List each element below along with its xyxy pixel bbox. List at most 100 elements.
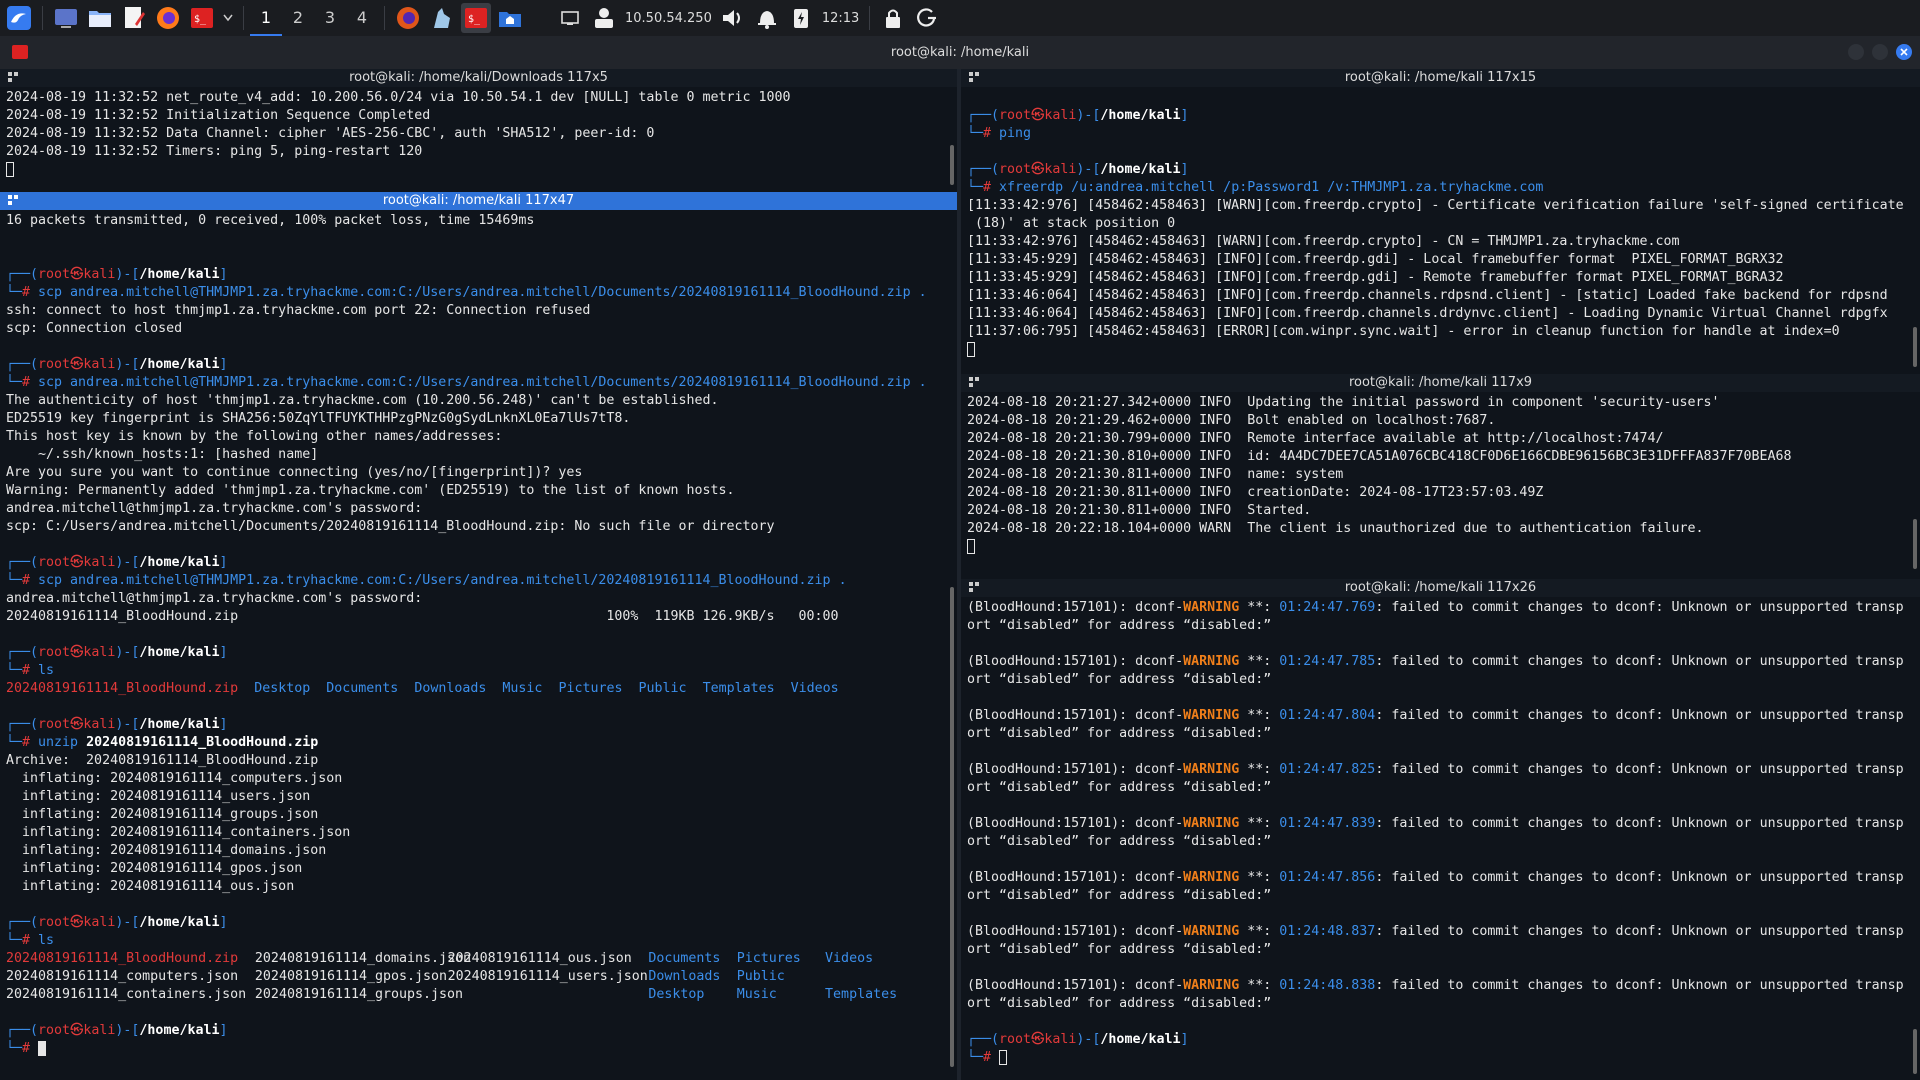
prompt-decoration: └─ bbox=[6, 735, 23, 750]
output-text: inflating: 20240819161114_ous.json bbox=[6, 879, 295, 894]
workspace-1[interactable]: 1 bbox=[250, 0, 282, 36]
output-line: This host key is known by the following … bbox=[6, 428, 951, 446]
prompt-decoration: ] bbox=[219, 645, 228, 660]
output-text: 2024-08-18 20:21:30.811+0000 INFO Starte… bbox=[967, 503, 1312, 518]
log-line: ort “disabled” for address “disabled:” bbox=[967, 833, 1914, 851]
scrollbar[interactable] bbox=[950, 145, 954, 185]
pane-title: root@kali: /home/kali 117x47 bbox=[0, 192, 957, 210]
prompt-user: root bbox=[38, 267, 71, 282]
vpn-user-icon[interactable] bbox=[589, 3, 619, 33]
prompt-decoration: ] bbox=[219, 915, 228, 930]
ls-output: 20240819161114_containers.json 2024081916… bbox=[6, 986, 951, 1004]
prompt-decoration: ] bbox=[1180, 1032, 1189, 1047]
log-message: : failed to commit changes to dconf: Unk… bbox=[1375, 654, 1904, 669]
directory-entry: Pictures bbox=[736, 951, 801, 966]
window-titlebar[interactable]: root@kali: /home/kali bbox=[0, 36, 1920, 69]
kali-menu-icon[interactable] bbox=[4, 3, 34, 33]
terminal-pane-top-right[interactable]: root@kali: /home/kali 117x15 ┌──(root㉿ka… bbox=[961, 69, 1920, 371]
prompt-line: ┌──(root㉿kali)-[/home/kali] bbox=[6, 356, 951, 374]
output-line: inflating: 20240819161114_containers.jso… bbox=[6, 824, 951, 842]
prompt-line: ┌──(root㉿kali)-[/home/kali] bbox=[6, 716, 951, 734]
log-prefix: (BloodHound:157101): dconf- bbox=[967, 978, 1184, 993]
prompt-dir: /home/kali bbox=[139, 357, 220, 372]
terminal-pane-top-left[interactable]: root@kali: /home/kali/Downloads 117x5 20… bbox=[0, 69, 957, 189]
command-text: scp andrea.mitchell@THMJMP1.za.tryhackme… bbox=[38, 375, 927, 390]
bloodhound-window-icon[interactable] bbox=[427, 3, 457, 33]
output-text: 2024-08-18 20:21:30.811+0000 INFO creati… bbox=[967, 485, 1544, 500]
text-editor-icon[interactable] bbox=[119, 3, 149, 33]
prompt-decoration: └─ bbox=[6, 663, 23, 678]
output-line: 2024-08-18 20:21:30.810+0000 INFO id: 4A… bbox=[967, 448, 1914, 466]
output-line: 20240819161114_BloodHound.zip 100% 119KB… bbox=[6, 608, 951, 626]
prompt-decoration: )-[ bbox=[115, 357, 140, 372]
scrollbar[interactable] bbox=[1913, 1029, 1917, 1074]
prompt-at: ㉿ bbox=[1031, 108, 1045, 123]
chevron-down-icon[interactable] bbox=[221, 3, 235, 33]
output-text: [11:33:46:064] [458462:458463] [INFO][co… bbox=[967, 288, 1888, 303]
log-message: : failed to commit changes to dconf: Unk… bbox=[1375, 600, 1904, 615]
directory-entry: Documents bbox=[326, 681, 399, 696]
output-line: Archive: 20240819161114_BloodHound.zip bbox=[6, 752, 951, 770]
ls-output: 20240819161114_BloodHound.zip Desktop Do… bbox=[6, 680, 951, 698]
terminal-output: 2024-08-19 11:32:52 net_route_v4_add: 10… bbox=[0, 87, 957, 179]
prompt-decoration: └─ bbox=[6, 285, 23, 300]
prompt-decoration: ] bbox=[219, 357, 228, 372]
close-button[interactable] bbox=[1896, 44, 1912, 60]
ls-output: 20240819161114_BloodHound.zip 20240819161… bbox=[6, 950, 951, 968]
notifications-icon[interactable] bbox=[752, 3, 782, 33]
maximize-button[interactable] bbox=[1872, 44, 1888, 60]
prompt-decoration: └─ bbox=[6, 375, 23, 390]
output-line: ssh: connect to host thmjmp1.za.tryhackm… bbox=[6, 302, 951, 320]
prompt-decoration: └─ bbox=[967, 1050, 984, 1065]
firefox-icon[interactable] bbox=[153, 3, 183, 33]
workspace-4[interactable]: 4 bbox=[346, 0, 378, 36]
workspace-3[interactable]: 3 bbox=[314, 0, 346, 36]
output-text: 2024-08-18 20:21:29.462+0000 INFO Bolt e… bbox=[967, 413, 1496, 428]
volume-icon[interactable] bbox=[718, 3, 748, 33]
prompt-dir: /home/kali bbox=[139, 267, 220, 282]
lock-icon[interactable] bbox=[878, 3, 908, 33]
command-line: └─# scp andrea.mitchell@THMJMP1.za.tryha… bbox=[6, 572, 951, 590]
terminal-pane-bottom-right[interactable]: root@kali: /home/kali 117x26 (BloodHound… bbox=[961, 579, 1920, 1080]
log-message-continued: ort “disabled” for address “disabled:” bbox=[967, 780, 1272, 795]
desktop-icon[interactable] bbox=[51, 3, 81, 33]
prompt-host: kali bbox=[83, 555, 116, 570]
logout-icon[interactable] bbox=[912, 3, 942, 33]
file-manager-icon[interactable] bbox=[85, 3, 115, 33]
prompt-decoration: ] bbox=[1180, 162, 1189, 177]
home-folder-window-icon[interactable] bbox=[495, 3, 525, 33]
workspace-2[interactable]: 2 bbox=[282, 0, 314, 36]
log-stars: **: bbox=[1239, 708, 1280, 723]
terminal-pane-main-left[interactable]: root@kali: /home/kali 117x47 16 packets … bbox=[0, 192, 957, 1080]
output-text: The authenticity of host 'thmjmp1.za.try… bbox=[6, 393, 719, 408]
log-message-continued: ort “disabled” for address “disabled:” bbox=[967, 996, 1272, 1011]
scrollbar[interactable] bbox=[950, 587, 954, 1067]
screen-icon[interactable] bbox=[555, 3, 585, 33]
output-line: 2024-08-19 11:32:52 net_route_v4_add: 10… bbox=[6, 89, 951, 107]
terminal-launcher-icon[interactable]: $_ bbox=[187, 3, 217, 33]
scrollbar[interactable] bbox=[1913, 519, 1917, 569]
minimize-button[interactable] bbox=[1848, 44, 1864, 60]
directory-entry: Desktop bbox=[648, 987, 705, 1002]
prompt-dir: /home/kali bbox=[139, 1023, 220, 1038]
command-line: └─# unzip 20240819161114_BloodHound.zip bbox=[6, 734, 951, 752]
firefox-window-icon[interactable] bbox=[393, 3, 423, 33]
terminal-window-icon[interactable]: $_ bbox=[461, 3, 491, 33]
command-text: xfreerdp /u:andrea.mitchell /p:Password1… bbox=[999, 180, 1544, 195]
terminal-pane-mid-right[interactable]: root@kali: /home/kali 117x9 2024-08-18 2… bbox=[961, 374, 1920, 576]
power-icon[interactable] bbox=[786, 3, 816, 33]
clock[interactable]: 12:13 bbox=[822, 11, 859, 26]
command-line: └─# xfreerdp /u:andrea.mitchell /p:Passw… bbox=[967, 179, 1914, 197]
scrollbar[interactable] bbox=[1913, 327, 1917, 367]
directory-entry: Downloads bbox=[414, 681, 487, 696]
output-line: 2024-08-19 11:32:52 Data Channel: cipher… bbox=[6, 125, 951, 143]
prompt-line: ┌──(root㉿kali)-[/home/kali] bbox=[967, 107, 1914, 125]
prompt-host: kali bbox=[1044, 108, 1077, 123]
warning-label: WARNING bbox=[1183, 870, 1240, 885]
output-line: 2024-08-18 20:21:30.811+0000 INFO creati… bbox=[967, 484, 1914, 502]
ip-address: 10.50.54.250 bbox=[625, 10, 712, 26]
